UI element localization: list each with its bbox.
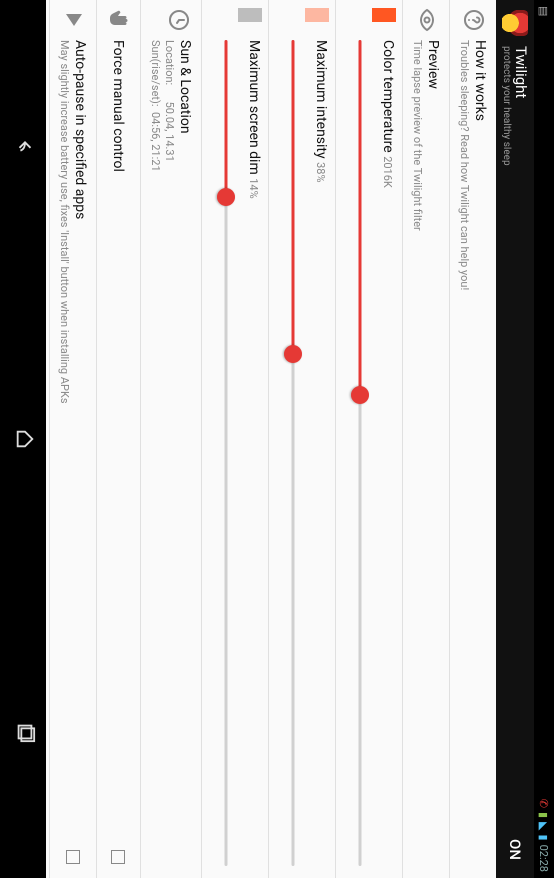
- intensity-value: 38%: [314, 162, 327, 182]
- swatch-intensity: [305, 8, 329, 22]
- clock-icon: [167, 8, 191, 32]
- sun-location: Location: 50.04, 14.31: [163, 40, 176, 866]
- nav-bar: [0, 0, 46, 878]
- swatch-dim: [238, 8, 262, 22]
- status-left: ▤: [538, 6, 551, 16]
- signal-icon: ▮: [538, 812, 551, 818]
- dim-label: Maximum screen dim 14%: [246, 40, 262, 866]
- row-color-temperature[interactable]: Color temperature 2016K: [335, 0, 402, 878]
- autopause-title: Auto-pause in specified apps: [72, 40, 88, 866]
- row-sun-location[interactable]: Sun & Location Location: 50.04, 14.31 Su…: [140, 0, 201, 878]
- wifi-icon: ◣: [538, 822, 551, 830]
- sd-icon: ▤: [538, 6, 551, 16]
- how-sub: Troubles sleeping? Read how Twilight can…: [458, 40, 471, 866]
- row-force-manual[interactable]: Force manual control: [96, 0, 140, 878]
- color-temp-label: Color temperature 2016K: [380, 40, 396, 866]
- color-temp-value: 2016K: [381, 156, 394, 188]
- eye-icon: [415, 8, 439, 32]
- app-icon: [502, 10, 528, 36]
- app-subtitle: protects your healthy sleep: [501, 46, 512, 166]
- nav-home-icon[interactable]: [10, 428, 36, 450]
- row-max-dim[interactable]: Maximum screen dim 14%: [201, 0, 268, 878]
- sun-title: Sun & Location: [177, 40, 193, 866]
- row-max-intensity[interactable]: Maximum intensity 38%: [268, 0, 335, 878]
- autopause-sub: May slightly increase battery use, fixes…: [58, 40, 71, 866]
- row-preview[interactable]: Preview Time lapse preview of the Twilig…: [402, 0, 449, 878]
- phone-icon: ✆: [538, 799, 551, 808]
- slider-dim[interactable]: [214, 40, 238, 866]
- how-title: How it works: [472, 40, 488, 866]
- sun-times: Sun(rise/set): 04:56, 21:21: [149, 40, 162, 866]
- slider-color-temperature[interactable]: [348, 40, 372, 866]
- battery-icon: ▮: [538, 835, 551, 841]
- hand-icon: [106, 8, 130, 32]
- dim-value: 14%: [247, 178, 260, 198]
- nav-recent-icon[interactable]: [10, 721, 36, 743]
- force-title: Force manual control: [111, 40, 127, 866]
- auto-pause-icon: [62, 8, 86, 32]
- power-toggle[interactable]: ON: [502, 831, 528, 868]
- settings-list[interactable]: How it works Troubles sleeping? Read how…: [46, 0, 496, 878]
- row-auto-pause[interactable]: Auto-pause in specified apps May slightl…: [49, 0, 96, 878]
- row-how-it-works[interactable]: How it works Troubles sleeping? Read how…: [449, 0, 496, 878]
- intensity-label: Maximum intensity 38%: [313, 40, 329, 866]
- status-clock: 02:28: [538, 845, 551, 872]
- preview-sub: Time lapse preview of the Twilight filte…: [411, 40, 424, 866]
- status-bar: ▤ ✆ ▮ ◣ ▮ 02:28: [534, 0, 554, 878]
- swatch-color-temp: [372, 8, 396, 22]
- app-bar: Twilight protects your healthy sleep ON: [496, 0, 534, 878]
- row-hide-status[interactable]: Hide from status bar May not be supporte…: [46, 0, 49, 878]
- nav-back-icon[interactable]: [10, 135, 36, 157]
- checkbox-force-manual[interactable]: [112, 850, 126, 864]
- preview-title: Preview: [425, 40, 441, 866]
- checkbox-auto-pause[interactable]: [66, 850, 80, 864]
- slider-intensity[interactable]: [281, 40, 305, 866]
- help-icon: [462, 8, 486, 32]
- app-title: Twilight: [512, 46, 529, 166]
